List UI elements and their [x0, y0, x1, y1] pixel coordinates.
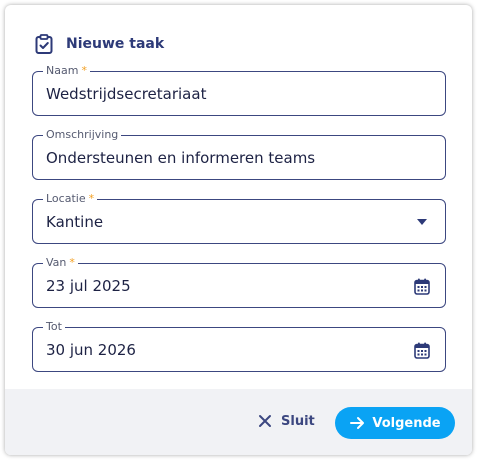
- close-icon: [258, 414, 272, 428]
- omschrijving-input[interactable]: Ondersteunen en informeren teams: [46, 148, 315, 168]
- required-marker: *: [69, 256, 75, 269]
- required-marker: *: [81, 64, 87, 77]
- naam-field[interactable]: Naam * Wedstrijdsecretariaat: [32, 64, 446, 116]
- next-button-label: Volgende: [372, 415, 441, 431]
- next-button[interactable]: Volgende: [335, 407, 455, 439]
- omschrijving-field[interactable]: Omschrijving Ondersteunen en informeren …: [32, 128, 446, 180]
- new-task-dialog: Nieuwe taak Naam * Wedstrijdsecretariaat …: [5, 5, 472, 455]
- arrow-right-icon: [349, 415, 365, 431]
- omschrijving-label: Omschrijving: [43, 128, 122, 142]
- van-input[interactable]: 23 jul 2025: [46, 276, 131, 296]
- caret-down-icon[interactable]: [412, 212, 432, 232]
- tot-input[interactable]: 30 jun 2026: [46, 340, 136, 360]
- close-button[interactable]: Sluit: [258, 408, 315, 434]
- tot-label: Tot: [43, 320, 65, 334]
- close-button-label: Sluit: [281, 413, 315, 429]
- locatie-value[interactable]: Kantine: [46, 212, 103, 232]
- dialog-header: Nieuwe taak: [33, 33, 164, 55]
- calendar-icon[interactable]: [412, 276, 432, 296]
- dialog-footer: Sluit Volgende: [5, 389, 472, 455]
- clipboard-check-icon: [33, 33, 55, 55]
- naam-input[interactable]: Wedstrijdsecretariaat: [46, 84, 206, 104]
- calendar-icon[interactable]: [412, 340, 432, 360]
- locatie-select[interactable]: Locatie * Kantine: [32, 192, 446, 244]
- van-label: Van *: [43, 256, 78, 270]
- locatie-label: Locatie *: [43, 192, 98, 206]
- naam-label: Naam *: [43, 64, 90, 78]
- dialog-title: Nieuwe taak: [66, 36, 165, 52]
- van-date-field[interactable]: Van * 23 jul 2025: [32, 256, 446, 308]
- required-marker: *: [88, 192, 95, 205]
- tot-date-field[interactable]: Tot 30 jun 2026: [32, 320, 446, 372]
